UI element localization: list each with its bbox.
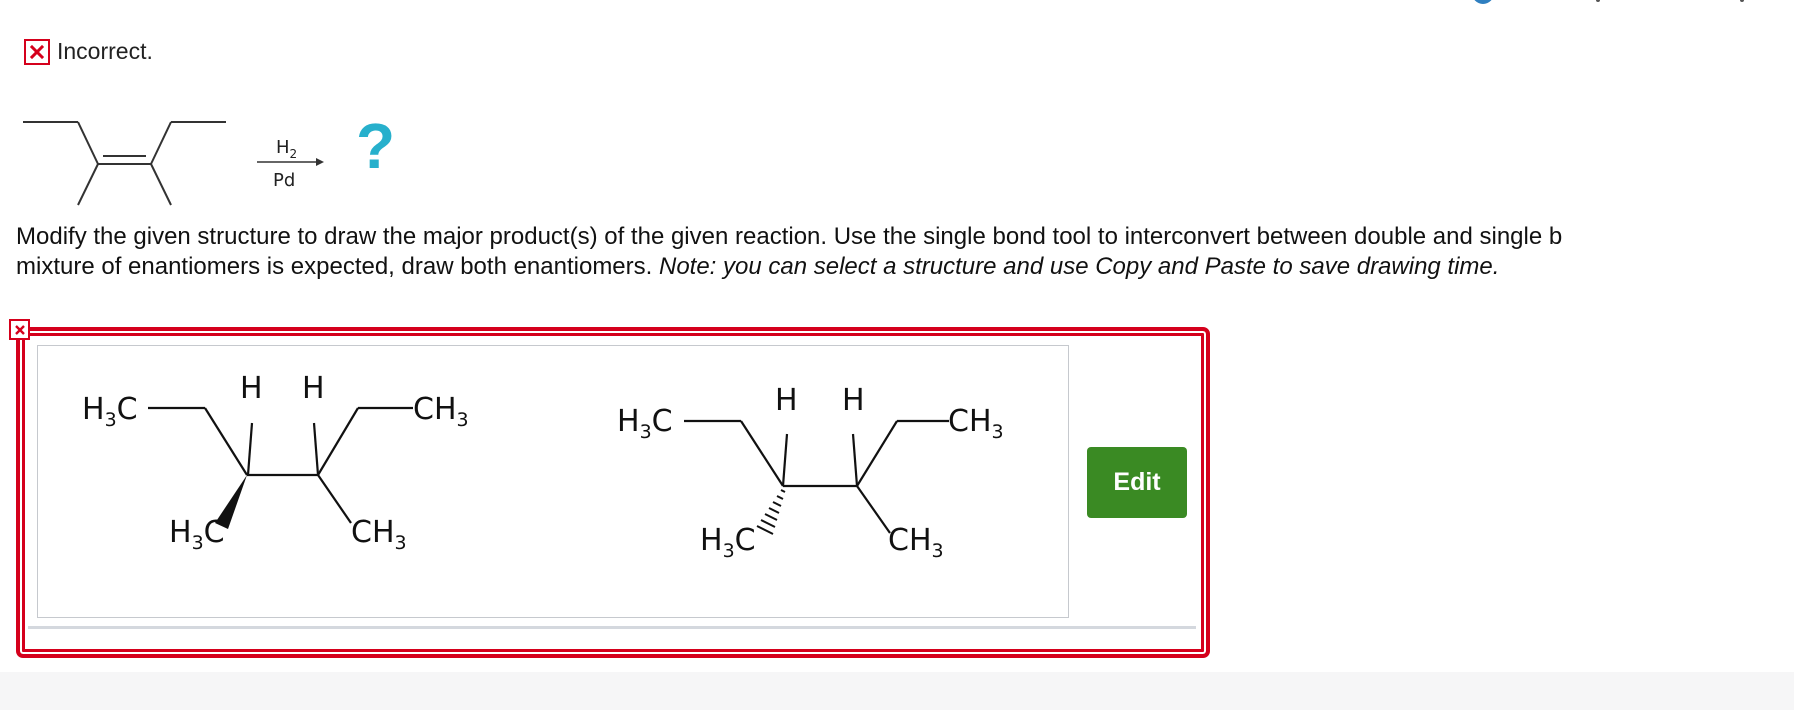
close-x-icon	[9, 319, 30, 340]
product-molecule-2: H3C H H CH3 H3C CH3	[617, 383, 1004, 562]
product-structures: H3C H H CH3 H3C CH3 H3C H H CH3 H3C CH3	[82, 371, 1004, 562]
top-toolbar-mark	[1740, 0, 1744, 2]
drawing-canvas[interactable]: H3C H H CH3 H3C CH3 H3C H H CH3 H3C CH3	[37, 345, 1069, 618]
close-x-icon	[24, 38, 50, 65]
svg-text:H3C: H3C	[82, 392, 138, 431]
svg-text:CH3: CH3	[948, 404, 1004, 443]
svg-text:CH3: CH3	[413, 392, 469, 431]
page-footer-band	[0, 672, 1794, 710]
edit-button[interactable]: Edit	[1087, 447, 1187, 518]
instructions-note: Note: you can select a structure and use…	[658, 253, 1500, 280]
instructions-text: mixture of enantiomers is expected, draw…	[16, 253, 659, 280]
product-molecule-1: H3C H H CH3 H3C CH3	[82, 371, 469, 554]
unknown-product-question: ?	[356, 110, 396, 182]
question-instructions: Modify the given structure to draw the m…	[16, 222, 1794, 282]
svg-text:CH3: CH3	[351, 515, 407, 554]
svg-text:H: H	[302, 371, 325, 406]
status-text: Incorrect.	[57, 38, 153, 64]
starting-alkene-structure	[23, 121, 226, 206]
top-toolbar-mark	[1596, 0, 1600, 2]
result-status: Incorrect.	[24, 38, 153, 65]
hashed-wedge-bond	[756, 489, 786, 535]
instructions-line-1: Modify the given structure to draw the m…	[16, 223, 1563, 250]
svg-text:H: H	[775, 383, 798, 418]
catalyst-pd: Pd	[273, 170, 295, 191]
svg-text:CH3: CH3	[888, 523, 944, 562]
instructions-line-2: mixture of enantiomers is expected, draw…	[16, 252, 1794, 282]
svg-text:H: H	[842, 383, 865, 418]
svg-text:H: H	[240, 371, 263, 406]
svg-text:H3C: H3C	[617, 404, 673, 443]
reagent-h2: H2	[276, 137, 297, 161]
svg-text:H3C: H3C	[169, 515, 225, 554]
help-icon[interactable]	[1472, 0, 1494, 4]
svg-text:H3C: H3C	[700, 523, 756, 562]
